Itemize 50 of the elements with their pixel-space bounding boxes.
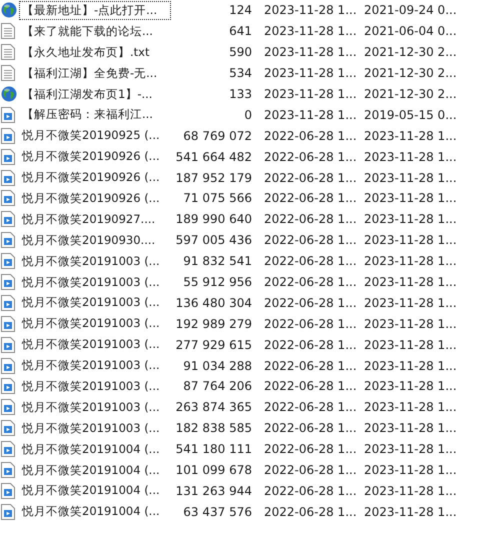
file-name[interactable]: 悦月不微笑20191004 (... [19, 460, 171, 480]
file-size: 541 180 111 [174, 442, 252, 456]
file-size: 590 [228, 45, 252, 60]
file-size: 136 480 304 [174, 296, 252, 310]
file-name[interactable]: 【永久地址发布页】.txt [19, 42, 171, 62]
file-size: 91 832 541 [182, 254, 252, 268]
file-name[interactable]: 悦月不微笑20191004 (... [19, 440, 171, 459]
file-name[interactable]: 悦月不微笑20191003 (... [19, 418, 171, 438]
file-name[interactable]: 悦月不微笑20190930.... [19, 230, 171, 250]
file-name[interactable]: 悦月不微笑20190926 (... [19, 168, 171, 188]
file-size: 187 952 179 [174, 170, 252, 185]
file-size: 68 769 072 [182, 128, 252, 143]
file-name[interactable]: 悦月不微笑20191003 (... [19, 293, 171, 312]
file-name[interactable]: 悦月不微笑20190927.... [19, 210, 171, 229]
file-name[interactable]: 悦月不微笑20191003 (... [19, 252, 171, 271]
file-name[interactable]: 悦月不微笑20191003 (... [19, 376, 171, 396]
file-size: 189 990 640 [174, 212, 252, 226]
file-name[interactable]: 悦月不微笑20190926 (... [19, 147, 171, 166]
file-size: 641 [228, 24, 252, 38]
file-name[interactable]: 悦月不微笑20190925 (... [19, 126, 171, 146]
file-name[interactable]: 【福利江湖发布页1】-... [19, 84, 171, 104]
file-name[interactable]: 【来了就能下载的论坛... [19, 22, 171, 41]
file-size: 541 664 482 [174, 150, 252, 164]
file-size: 534 [228, 66, 252, 80]
file-name[interactable]: 【福利江湖】全免费-无... [19, 64, 171, 83]
file-name[interactable]: 悦月不微笑20190926 (... [19, 188, 171, 208]
file-size: 87 764 206 [182, 379, 252, 394]
file-size: 101 099 678 [174, 463, 252, 478]
file-size: 182 838 585 [174, 421, 252, 436]
file-size: 133 [228, 87, 252, 101]
file-name[interactable]: 悦月不微笑20191003 (... [19, 314, 171, 334]
file-size: 55 912 956 [182, 275, 252, 290]
file-size: 597 005 436 [174, 233, 252, 248]
file-size: 0 [243, 108, 252, 122]
file-name[interactable]: 【解压密码：来福利江... [19, 105, 171, 124]
file-name[interactable]: 悦月不微笑20191003 (... [19, 335, 171, 354]
file-name[interactable]: 悦月不微笑20191004 (... [19, 481, 171, 500]
file-name[interactable]: 悦月不微笑20191003 (... [19, 356, 171, 376]
file-name[interactable]: 悦月不微笑20191003 (... [19, 398, 171, 417]
file-name[interactable]: 悦月不微笑20191004 (... [19, 502, 171, 522]
file-name[interactable]: 悦月不微笑20191003 (... [19, 272, 171, 292]
file-size: 277 929 615 [174, 338, 252, 352]
file-size: 131 263 944 [174, 484, 252, 498]
file-size: 124 [228, 3, 252, 18]
file-size: 63 437 576 [182, 504, 252, 519]
file-size: 263 874 365 [174, 400, 252, 414]
file-size: 192 989 279 [174, 316, 252, 331]
file-name[interactable]: 【最新地址】-点此打开... [19, 0, 171, 20]
file-size: 71 075 566 [182, 191, 252, 206]
file-size: 91 034 288 [182, 358, 252, 373]
